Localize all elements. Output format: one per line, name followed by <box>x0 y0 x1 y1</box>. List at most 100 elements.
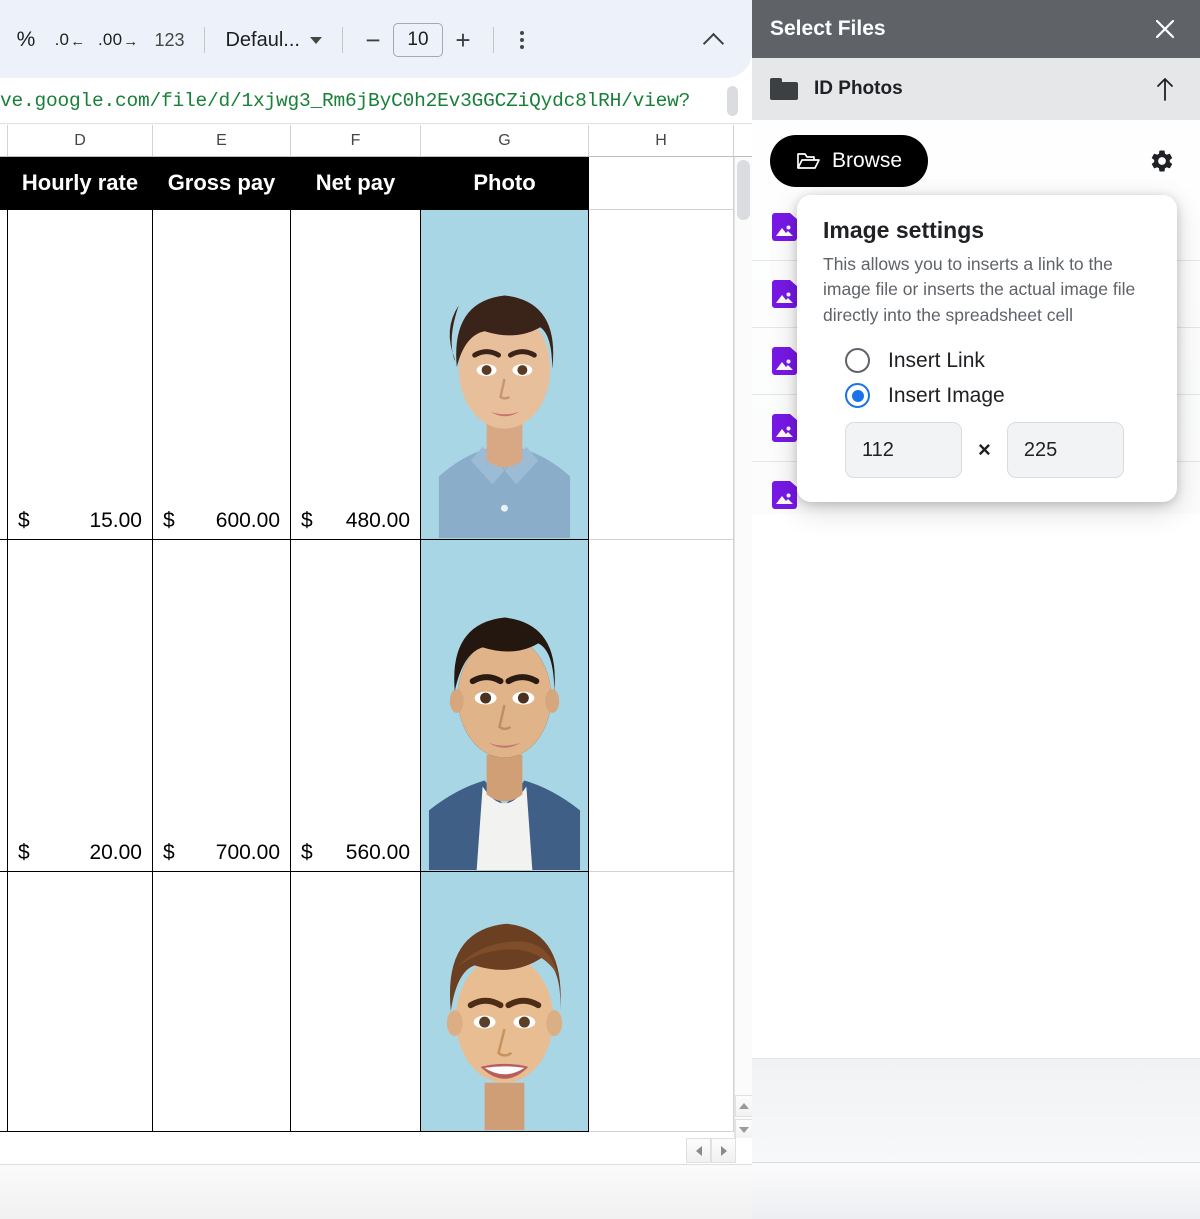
collapse-toolbar-button[interactable] <box>696 24 730 58</box>
currency-symbol: $ <box>163 841 175 865</box>
select-files-panel: Select Files ID Photos <box>752 0 1200 1219</box>
row3-photo-cell[interactable] <box>421 872 589 1132</box>
spreadsheet-grid: Hourly rate Gross pay Net pay Photo $ 15… <box>0 157 752 1139</box>
row3-hourly-rate-cell[interactable] <box>8 872 153 1132</box>
column-header-e[interactable]: E <box>153 125 291 157</box>
font-size-input[interactable]: 10 <box>393 23 443 57</box>
formula-bar-value: ve.google.com/file/d/1xjwg3_Rm6jByC0h2Ev… <box>0 90 690 112</box>
radio-button-unselected-icon[interactable] <box>845 348 870 373</box>
panel-header: Select Files <box>752 0 1200 58</box>
formula-bar-scroll-thumb[interactable] <box>727 86 738 116</box>
column-header-partial[interactable] <box>0 125 8 157</box>
more-options-button[interactable] <box>504 20 540 60</box>
increase-decimal-icon: .00→ <box>98 30 138 50</box>
column-header-spacer <box>734 125 752 157</box>
row3-net-pay-cell[interactable] <box>291 872 421 1132</box>
minus-icon: − <box>365 25 380 56</box>
row2-gross-pay-cell[interactable]: $ 700.00 <box>153 540 291 872</box>
triangle-down-icon <box>739 1127 749 1133</box>
table-header-photo[interactable]: Photo <box>421 157 589 210</box>
percent-icon: % <box>17 28 36 52</box>
grid-scroll-thumb[interactable] <box>737 160 750 220</box>
column-header-f[interactable]: F <box>291 125 421 157</box>
browse-button-label: Browse <box>832 149 902 173</box>
picture-glyph-icon <box>776 292 793 303</box>
row2-partial-cell[interactable] <box>0 540 8 872</box>
format-percent-button[interactable]: % <box>4 18 48 62</box>
row2-hourly-rate-cell[interactable]: $ 20.00 <box>8 540 153 872</box>
increase-font-size-button[interactable]: + <box>443 20 483 60</box>
radio-button-selected-icon[interactable] <box>845 383 870 408</box>
row1-partial-cell[interactable] <box>0 210 8 540</box>
panel-footer-lower <box>752 1163 1200 1219</box>
row1-photo-cell[interactable] <box>421 210 589 540</box>
image-height-input[interactable]: 225 <box>1007 422 1124 478</box>
formula-bar[interactable]: ve.google.com/file/d/1xjwg3_Rm6jByC0h2Ev… <box>0 78 752 124</box>
currency-symbol: $ <box>18 841 30 865</box>
table-row: $ 15.00 $ 600.00 $ 480.00 <box>0 210 752 540</box>
number-format-button[interactable]: 123 <box>144 18 194 62</box>
decrease-decimal-places-button[interactable]: .0← <box>48 18 92 62</box>
table-header-partial[interactable] <box>0 157 8 210</box>
radio-option-insert-image[interactable]: Insert Image <box>845 383 1151 408</box>
cell-value: 560.00 <box>346 841 410 865</box>
decrease-font-size-button[interactable]: − <box>353 20 393 60</box>
browse-button[interactable]: Browse <box>770 135 928 187</box>
cell-value: 600.00 <box>216 509 280 533</box>
row3-gross-pay-cell[interactable] <box>153 872 291 1132</box>
close-button[interactable] <box>1148 12 1182 46</box>
popover-title: Image settings <box>823 217 1151 244</box>
row2-empty-cell-h[interactable] <box>589 540 734 872</box>
table-row <box>0 872 752 1132</box>
image-file-icon <box>772 481 797 509</box>
column-header-h[interactable]: H <box>589 125 734 157</box>
row2-net-pay-cell[interactable]: $ 560.00 <box>291 540 421 872</box>
row3-partial-cell[interactable] <box>0 872 8 1132</box>
row1-hourly-rate-cell[interactable]: $ 15.00 <box>8 210 153 540</box>
table-header-hourly-rate[interactable]: Hourly rate <box>8 157 153 210</box>
row1-net-pay-cell[interactable]: $ 480.00 <box>291 210 421 540</box>
gear-icon <box>1149 148 1175 174</box>
scroll-up-button[interactable] <box>735 1095 752 1117</box>
table-header-row: Hourly rate Gross pay Net pay Photo <box>0 157 752 210</box>
row1-gross-pay-cell[interactable]: $ 600.00 <box>153 210 291 540</box>
currency-symbol: $ <box>163 509 175 533</box>
picture-glyph-icon <box>776 426 793 437</box>
triangle-up-icon <box>739 1103 749 1109</box>
breadcrumb: ID Photos <box>752 58 1200 120</box>
dimensions-row: 112 × 225 <box>845 422 1151 478</box>
radio-option-insert-link[interactable]: Insert Link <box>845 348 1151 373</box>
column-header-g[interactable]: G <box>421 125 589 157</box>
radio-label: Insert Image <box>888 384 1005 408</box>
arrow-up-icon <box>1153 75 1177 103</box>
image-file-icon <box>772 280 797 308</box>
panel-title: Select Files <box>770 17 886 41</box>
row1-empty-cell-h[interactable] <box>589 210 734 540</box>
kebab-dot-icon <box>520 31 524 35</box>
font-family-dropdown[interactable]: Defaul... <box>215 20 331 60</box>
table-header-gross-pay[interactable]: Gross pay <box>153 157 291 210</box>
increase-decimal-places-button[interactable]: .00→ <box>92 18 144 62</box>
font-size-value: 10 <box>407 29 428 51</box>
empty-cell-h[interactable] <box>589 157 734 210</box>
breadcrumb-folder-name: ID Photos <box>814 78 903 100</box>
scroll-left-button[interactable] <box>686 1138 711 1163</box>
horizontal-scrollbar[interactable] <box>0 1138 752 1164</box>
row2-photo-cell[interactable] <box>421 540 589 872</box>
go-up-button[interactable] <box>1148 72 1182 106</box>
font-family-label: Defaul... <box>225 29 299 52</box>
image-settings-button[interactable] <box>1142 141 1182 181</box>
scroll-right-button[interactable] <box>711 1138 736 1163</box>
row3-empty-cell-h[interactable] <box>589 872 734 1132</box>
image-height-value: 225 <box>1024 439 1057 462</box>
panel-empty-area <box>752 514 1200 1059</box>
column-header-d[interactable]: D <box>8 125 153 157</box>
toolbar-divider-3 <box>493 27 494 53</box>
vertical-scrollbar[interactable] <box>734 157 752 1139</box>
kebab-dot-icon <box>520 45 524 49</box>
image-width-input[interactable]: 112 <box>845 422 962 478</box>
triangle-right-icon <box>721 1146 727 1156</box>
cell-value: 700.00 <box>216 841 280 865</box>
table-header-net-pay[interactable]: Net pay <box>291 157 421 210</box>
picture-glyph-icon <box>776 493 793 504</box>
